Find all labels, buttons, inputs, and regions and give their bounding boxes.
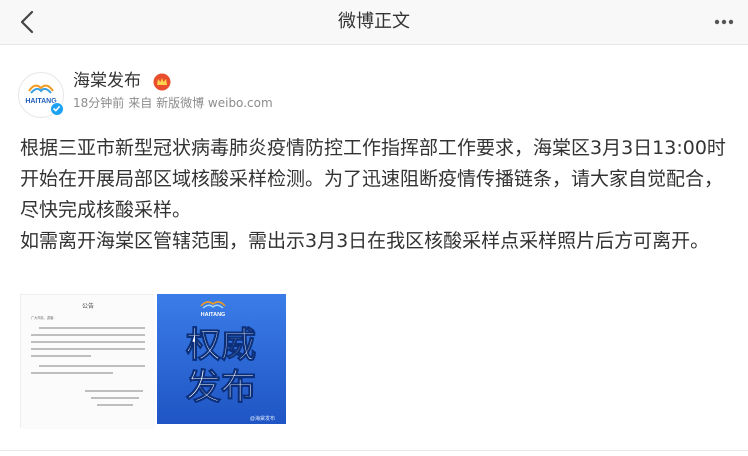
svg-text:权威: 权威: [185, 326, 256, 366]
svg-text:发布: 发布: [186, 368, 256, 408]
svg-text:HAITANG: HAITANG: [201, 312, 226, 318]
post-content: 根据三亚市新型冠状病毒肺炎疫情防控工作指挥部工作要求，海棠区3月3日13:00时…: [20, 133, 732, 257]
vip-crown-badge-icon: [153, 73, 171, 91]
authority-release-picture: HAITANG 权威 发布 @海棠发布: [157, 294, 286, 424]
page-title: 微博正文: [338, 11, 410, 32]
svg-text:公告: 公告: [82, 302, 94, 310]
post-paragraph: 根据三亚市新型冠状病毒肺炎疫情防控工作指挥部工作要求，海棠区3月3日13:00时…: [20, 137, 726, 221]
authority-release-image[interactable]: HAITANG 权威 发布 @海棠发布: [157, 294, 286, 424]
top-navigation-bar: 微博正文: [0, 0, 748, 45]
post-source[interactable]: 来自 新版微博 weibo.com: [128, 96, 272, 110]
post-paragraph: 如需离开海棠区管辖范围，需出示3月3日在我区核酸采样点采样照片后方可离开。: [20, 230, 710, 252]
svg-text:广大市民、游客：: 广大市民、游客：: [31, 315, 57, 320]
author-name[interactable]: 海棠发布: [73, 70, 141, 92]
svg-text:@海棠发布: @海棠发布: [250, 415, 275, 422]
bottom-divider: [0, 450, 748, 456]
notice-document-picture: 公告 广大市民、游客：: [21, 295, 155, 429]
post-meta: 18分钟前 来自 新版微博 weibo.com: [73, 95, 277, 111]
verified-badge-icon: [50, 102, 64, 116]
more-dots-icon: [714, 19, 734, 25]
more-options-button[interactable]: [710, 10, 738, 34]
notice-image[interactable]: 公告 广大市民、游客：: [20, 294, 155, 429]
post-time: 18分钟前: [73, 96, 125, 110]
